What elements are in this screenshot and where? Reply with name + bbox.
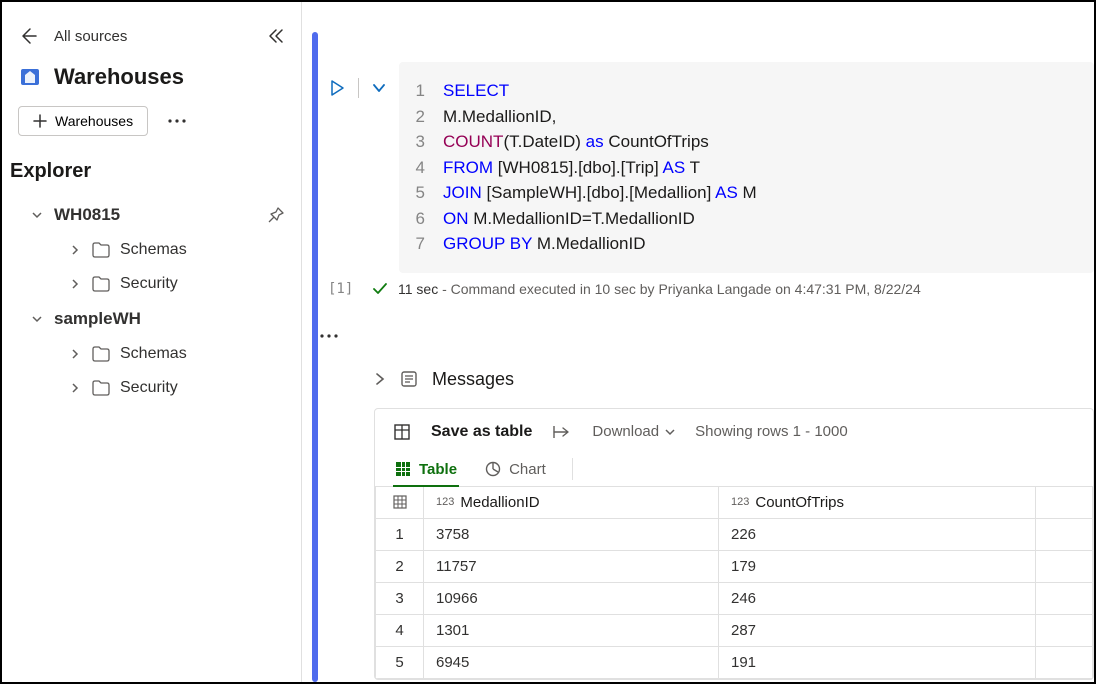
main-content: 1SELECT2M.MedallionID,3COUNT(T.DateID) a… (318, 2, 1094, 682)
tree-node-samplewh[interactable]: sampleWH (10, 301, 293, 337)
run-dropdown-icon[interactable] (371, 80, 387, 96)
table-row[interactable]: 56945191 (376, 646, 1093, 678)
pin-icon[interactable] (267, 206, 285, 224)
check-icon (372, 281, 388, 297)
plus-icon (33, 114, 47, 128)
execution-status: [1] 11 sec - Command executed in 10 sec … (318, 273, 1094, 297)
results-table: 123 MedallionID 123 CountOfTrips 1375822… (375, 486, 1093, 679)
cell-menu-button[interactable] (318, 297, 1094, 343)
table-row[interactable]: 13758226 (376, 518, 1093, 550)
download-icon (552, 424, 572, 440)
tree-node-label: WH0815 (54, 205, 120, 225)
chevron-right-icon (68, 245, 82, 255)
folder-icon (92, 346, 110, 362)
chevron-down-icon (665, 427, 675, 437)
chevron-right-icon (68, 383, 82, 393)
explorer-heading: Explorer (2, 152, 301, 197)
results-tabs: Table Chart (375, 449, 1093, 486)
chevron-right-icon (374, 373, 386, 385)
explorer-tree: WH0815 Schemas Security sampleWH Schemas (2, 197, 301, 405)
sidebar: All sources Warehouses Warehouses Explor… (2, 2, 302, 682)
chevron-right-icon (68, 279, 82, 289)
run-controls (322, 62, 387, 98)
tree-node-wh0815[interactable]: WH0815 (10, 197, 293, 233)
results-panel: Messages Save as table Download Showing … (318, 343, 1094, 680)
table-row[interactable]: 211757179 (376, 550, 1093, 582)
back-arrow-icon[interactable] (18, 26, 38, 46)
separator (358, 78, 359, 98)
tree-child-label: Security (120, 275, 178, 293)
table-row[interactable]: 310966246 (376, 582, 1093, 614)
sql-editor[interactable]: 1SELECT2M.MedallionID,3COUNT(T.DateID) a… (399, 62, 1094, 273)
tree-child-label: Schemas (120, 345, 187, 363)
save-as-table-button[interactable]: Save as table (431, 423, 532, 441)
add-warehouse-label: Warehouses (55, 113, 133, 129)
tree-child-label: Schemas (120, 241, 187, 259)
status-index: [1] (322, 281, 362, 297)
sidebar-top-row: All sources (2, 10, 301, 54)
table-icon (393, 423, 411, 441)
editor-row: 1SELECT2M.MedallionID,3COUNT(T.DateID) a… (318, 2, 1094, 273)
add-warehouse-button[interactable]: Warehouses (18, 106, 148, 136)
folder-icon (92, 276, 110, 292)
folder-icon (92, 242, 110, 258)
tree-node-label: sampleWH (54, 309, 141, 329)
results-card: Save as table Download Showing rows 1 - … (374, 408, 1094, 680)
folder-icon (92, 380, 110, 396)
tree-node-schemas[interactable]: Schemas (10, 233, 293, 267)
warehouses-title: Warehouses (54, 64, 184, 90)
separator (572, 458, 573, 480)
tab-label: Chart (509, 461, 546, 478)
column-header-empty (1035, 486, 1092, 518)
tree-child-label: Security (120, 379, 178, 397)
warehouse-icon (18, 65, 42, 89)
chevron-down-icon (30, 210, 44, 220)
chevron-right-icon (68, 349, 82, 359)
chart-icon (485, 461, 501, 477)
messages-icon (400, 370, 418, 388)
collapse-panel-icon[interactable] (267, 27, 285, 45)
tab-table[interactable]: Table (393, 453, 459, 486)
download-button[interactable]: Download (592, 423, 675, 440)
chevron-down-icon (30, 314, 44, 324)
tree-node-security[interactable]: Security (10, 267, 293, 301)
more-actions-button[interactable] (168, 119, 186, 123)
column-header-medallionid[interactable]: 123 MedallionID (424, 486, 719, 518)
all-sources-link[interactable]: All sources (54, 28, 267, 45)
table-row[interactable]: 41301287 (376, 614, 1093, 646)
tab-label: Table (419, 461, 457, 478)
showing-rows-label: Showing rows 1 - 1000 (695, 423, 848, 440)
tree-node-schemas[interactable]: Schemas (10, 337, 293, 371)
warehouses-header: Warehouses (2, 54, 301, 102)
run-button[interactable] (328, 79, 346, 97)
table-corner (376, 486, 424, 518)
warehouses-chip-row: Warehouses (2, 102, 301, 152)
status-text: 11 sec - Command executed in 10 sec by P… (398, 281, 921, 297)
messages-toggle[interactable]: Messages (374, 365, 1094, 408)
column-header-countoftrips[interactable]: 123 CountOfTrips (719, 486, 1036, 518)
results-toolbar: Save as table Download Showing rows 1 - … (375, 409, 1093, 449)
messages-label: Messages (432, 369, 514, 390)
tree-node-security[interactable]: Security (10, 371, 293, 405)
grid-icon (395, 461, 411, 477)
tab-chart[interactable]: Chart (483, 453, 548, 486)
